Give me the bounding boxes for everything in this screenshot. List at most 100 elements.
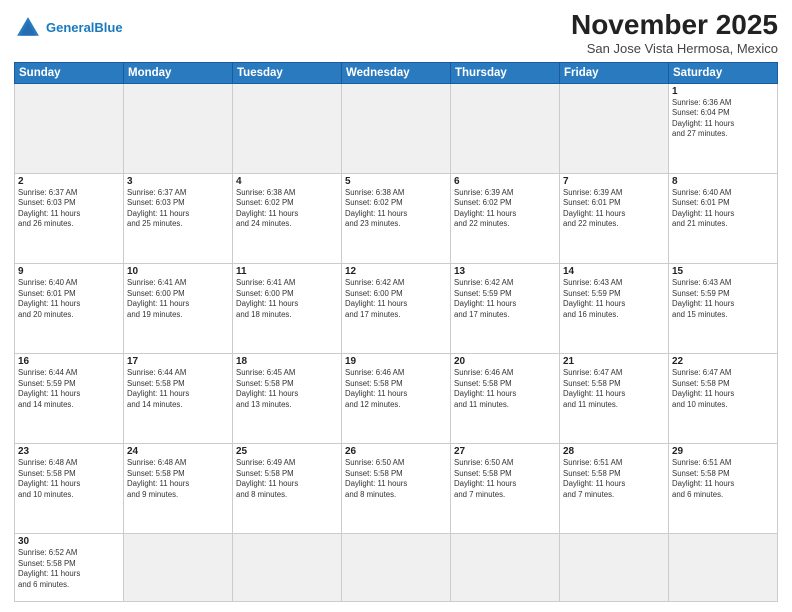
day-cell: 1Sunrise: 6:36 AM Sunset: 6:04 PM Daylig…: [669, 83, 778, 173]
day-info: Sunrise: 6:48 AM Sunset: 5:58 PM Dayligh…: [127, 458, 229, 500]
day-number: 20: [454, 356, 556, 367]
header-wednesday: Wednesday: [342, 62, 451, 83]
day-cell: 4Sunrise: 6:38 AM Sunset: 6:02 PM Daylig…: [233, 173, 342, 263]
logo-blue: Blue: [94, 20, 122, 35]
day-cell: 30Sunrise: 6:52 AM Sunset: 5:58 PM Dayli…: [15, 534, 124, 602]
day-info: Sunrise: 6:50 AM Sunset: 5:58 PM Dayligh…: [454, 458, 556, 500]
day-info: Sunrise: 6:41 AM Sunset: 6:00 PM Dayligh…: [127, 278, 229, 320]
header-row: Sunday Monday Tuesday Wednesday Thursday…: [15, 62, 778, 83]
day-number: 17: [127, 356, 229, 367]
day-info: Sunrise: 6:37 AM Sunset: 6:03 PM Dayligh…: [18, 188, 120, 230]
week-row-5: 23Sunrise: 6:48 AM Sunset: 5:58 PM Dayli…: [15, 444, 778, 534]
header-friday: Friday: [560, 62, 669, 83]
day-number: 14: [563, 266, 665, 277]
day-info: Sunrise: 6:41 AM Sunset: 6:00 PM Dayligh…: [236, 278, 338, 320]
day-number: 29: [672, 446, 774, 457]
header-sunday: Sunday: [15, 62, 124, 83]
day-cell: [124, 83, 233, 173]
location: San Jose Vista Hermosa, Mexico: [571, 41, 778, 56]
logo-icon: [14, 14, 42, 42]
day-info: Sunrise: 6:39 AM Sunset: 6:02 PM Dayligh…: [454, 188, 556, 230]
day-info: Sunrise: 6:46 AM Sunset: 5:58 PM Dayligh…: [454, 368, 556, 410]
day-info: Sunrise: 6:43 AM Sunset: 5:59 PM Dayligh…: [672, 278, 774, 320]
day-number: 15: [672, 266, 774, 277]
day-cell: [560, 83, 669, 173]
day-cell: 14Sunrise: 6:43 AM Sunset: 5:59 PM Dayli…: [560, 264, 669, 354]
day-cell: [124, 534, 233, 602]
day-number: 10: [127, 266, 229, 277]
day-info: Sunrise: 6:39 AM Sunset: 6:01 PM Dayligh…: [563, 188, 665, 230]
week-row-2: 2Sunrise: 6:37 AM Sunset: 6:03 PM Daylig…: [15, 173, 778, 263]
day-info: Sunrise: 6:51 AM Sunset: 5:58 PM Dayligh…: [672, 458, 774, 500]
day-info: Sunrise: 6:37 AM Sunset: 6:03 PM Dayligh…: [127, 188, 229, 230]
day-cell: 23Sunrise: 6:48 AM Sunset: 5:58 PM Dayli…: [15, 444, 124, 534]
day-info: Sunrise: 6:48 AM Sunset: 5:58 PM Dayligh…: [18, 458, 120, 500]
day-cell: [669, 534, 778, 602]
day-number: 16: [18, 356, 120, 367]
month-title: November 2025: [571, 10, 778, 41]
day-number: 13: [454, 266, 556, 277]
day-info: Sunrise: 6:36 AM Sunset: 6:04 PM Dayligh…: [672, 98, 774, 140]
day-cell: 22Sunrise: 6:47 AM Sunset: 5:58 PM Dayli…: [669, 354, 778, 444]
day-cell: 13Sunrise: 6:42 AM Sunset: 5:59 PM Dayli…: [451, 264, 560, 354]
day-cell: 10Sunrise: 6:41 AM Sunset: 6:00 PM Dayli…: [124, 264, 233, 354]
day-cell: 3Sunrise: 6:37 AM Sunset: 6:03 PM Daylig…: [124, 173, 233, 263]
day-number: 9: [18, 266, 120, 277]
day-cell: 18Sunrise: 6:45 AM Sunset: 5:58 PM Dayli…: [233, 354, 342, 444]
day-number: 26: [345, 446, 447, 457]
logo-text: GeneralBlue: [46, 21, 123, 35]
day-info: Sunrise: 6:45 AM Sunset: 5:58 PM Dayligh…: [236, 368, 338, 410]
day-info: Sunrise: 6:47 AM Sunset: 5:58 PM Dayligh…: [563, 368, 665, 410]
day-number: 6: [454, 176, 556, 187]
day-info: Sunrise: 6:49 AM Sunset: 5:58 PM Dayligh…: [236, 458, 338, 500]
day-number: 28: [563, 446, 665, 457]
day-info: Sunrise: 6:40 AM Sunset: 6:01 PM Dayligh…: [18, 278, 120, 320]
day-cell: 11Sunrise: 6:41 AM Sunset: 6:00 PM Dayli…: [233, 264, 342, 354]
day-number: 12: [345, 266, 447, 277]
header: GeneralBlue November 2025 San Jose Vista…: [14, 10, 778, 56]
day-info: Sunrise: 6:50 AM Sunset: 5:58 PM Dayligh…: [345, 458, 447, 500]
day-cell: 29Sunrise: 6:51 AM Sunset: 5:58 PM Dayli…: [669, 444, 778, 534]
day-info: Sunrise: 6:38 AM Sunset: 6:02 PM Dayligh…: [345, 188, 447, 230]
day-info: Sunrise: 6:44 AM Sunset: 5:58 PM Dayligh…: [127, 368, 229, 410]
day-info: Sunrise: 6:38 AM Sunset: 6:02 PM Dayligh…: [236, 188, 338, 230]
week-row-3: 9Sunrise: 6:40 AM Sunset: 6:01 PM Daylig…: [15, 264, 778, 354]
day-cell: [15, 83, 124, 173]
day-cell: [560, 534, 669, 602]
week-row-1: 1Sunrise: 6:36 AM Sunset: 6:04 PM Daylig…: [15, 83, 778, 173]
day-number: 7: [563, 176, 665, 187]
day-cell: 9Sunrise: 6:40 AM Sunset: 6:01 PM Daylig…: [15, 264, 124, 354]
week-row-6: 30Sunrise: 6:52 AM Sunset: 5:58 PM Dayli…: [15, 534, 778, 602]
day-info: Sunrise: 6:42 AM Sunset: 5:59 PM Dayligh…: [454, 278, 556, 320]
day-number: 18: [236, 356, 338, 367]
day-info: Sunrise: 6:43 AM Sunset: 5:59 PM Dayligh…: [563, 278, 665, 320]
day-cell: 28Sunrise: 6:51 AM Sunset: 5:58 PM Dayli…: [560, 444, 669, 534]
title-block: November 2025 San Jose Vista Hermosa, Me…: [571, 10, 778, 56]
header-thursday: Thursday: [451, 62, 560, 83]
day-number: 3: [127, 176, 229, 187]
day-number: 24: [127, 446, 229, 457]
day-number: 4: [236, 176, 338, 187]
day-cell: 26Sunrise: 6:50 AM Sunset: 5:58 PM Dayli…: [342, 444, 451, 534]
day-cell: [342, 83, 451, 173]
day-cell: 25Sunrise: 6:49 AM Sunset: 5:58 PM Dayli…: [233, 444, 342, 534]
day-number: 5: [345, 176, 447, 187]
day-cell: 17Sunrise: 6:44 AM Sunset: 5:58 PM Dayli…: [124, 354, 233, 444]
day-cell: 8Sunrise: 6:40 AM Sunset: 6:01 PM Daylig…: [669, 173, 778, 263]
day-cell: 20Sunrise: 6:46 AM Sunset: 5:58 PM Dayli…: [451, 354, 560, 444]
day-number: 8: [672, 176, 774, 187]
day-cell: 21Sunrise: 6:47 AM Sunset: 5:58 PM Dayli…: [560, 354, 669, 444]
day-cell: [451, 534, 560, 602]
header-saturday: Saturday: [669, 62, 778, 83]
day-info: Sunrise: 6:40 AM Sunset: 6:01 PM Dayligh…: [672, 188, 774, 230]
day-info: Sunrise: 6:44 AM Sunset: 5:59 PM Dayligh…: [18, 368, 120, 410]
day-number: 2: [18, 176, 120, 187]
day-number: 23: [18, 446, 120, 457]
day-cell: [233, 534, 342, 602]
day-number: 1: [672, 86, 774, 97]
day-info: Sunrise: 6:51 AM Sunset: 5:58 PM Dayligh…: [563, 458, 665, 500]
header-tuesday: Tuesday: [233, 62, 342, 83]
day-cell: 15Sunrise: 6:43 AM Sunset: 5:59 PM Dayli…: [669, 264, 778, 354]
day-cell: 27Sunrise: 6:50 AM Sunset: 5:58 PM Dayli…: [451, 444, 560, 534]
header-monday: Monday: [124, 62, 233, 83]
